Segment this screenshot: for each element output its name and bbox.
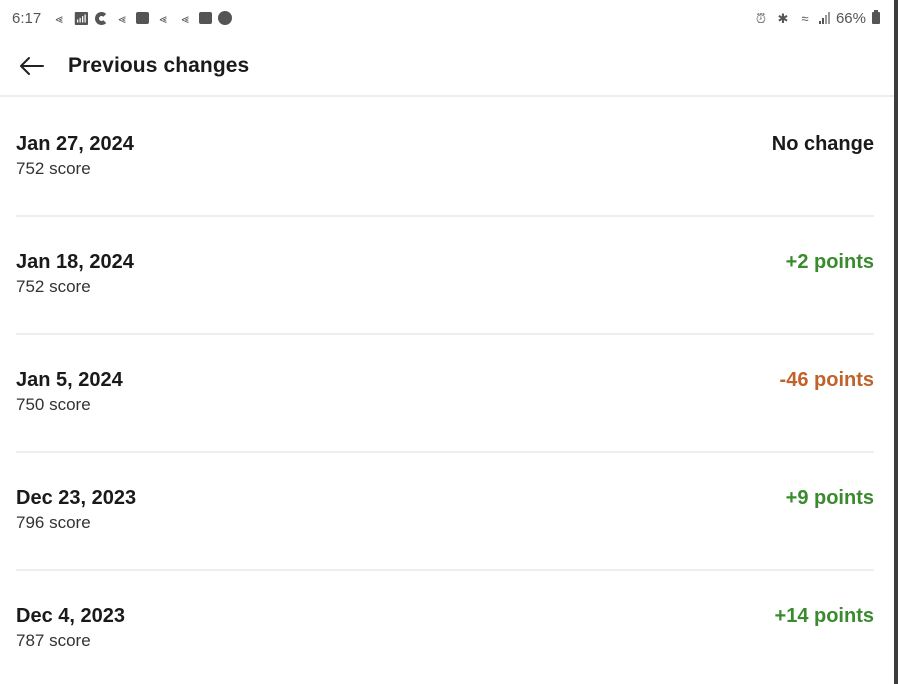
status-right: ⏰︎ ✱ ≈ 66% [753,10,880,27]
row-left: Jan 27, 2024 752 score [16,99,134,180]
page-title: Previous changes [68,53,250,77]
app-header: Previous changes [0,36,894,97]
list-item[interactable]: Jan 27, 2024 752 score No change [16,99,874,217]
row-left: Jan 18, 2024 752 score [16,217,134,298]
score-value: 796 score [16,513,91,532]
list-item[interactable]: Jan 5, 2024 750 score -46 points [16,335,874,453]
change-amount: No change [771,133,874,155]
row-left: Dec 23, 2023 796 score [16,453,136,534]
notification-icon: ⪡ [118,10,126,26]
change-date: Jan 18, 2024 [16,251,134,273]
wifi-calling-icon: 📶︎ [72,10,90,26]
change-amount: -46 points [779,369,874,391]
row-left: Dec 4, 2023 787 score [16,571,125,652]
mail-icon [136,12,150,24]
gallery-icon [199,12,213,24]
status-left: 6:17 ⪡ 📶︎ ⪡ ⪡ ⪡ [12,9,233,27]
signal-icon [818,12,830,24]
list-item[interactable]: Dec 23, 2023 796 score +9 points [16,453,874,571]
score-value: 787 score [16,631,91,650]
score-changes-list: Jan 27, 2024 752 score No change Jan 18,… [0,99,894,684]
back-button[interactable] [16,51,46,81]
change-amount: +2 points [785,251,874,273]
row-left: Jan 5, 2024 750 score [16,335,123,416]
battery-icon [872,10,880,24]
change-amount: +14 points [774,605,874,627]
score-value: 752 score [16,159,91,178]
alarm-icon: ⏰︎ [755,10,767,26]
notification-icon: ⪡ [159,10,167,26]
arrow-left-icon [20,56,44,75]
change-amount: +9 points [785,487,874,509]
notification-icon: ⪡ [55,10,63,26]
app-badge-icon [218,11,233,25]
change-date: Jan 27, 2024 [16,133,134,155]
status-bar: 6:17 ⪡ 📶︎ ⪡ ⪡ ⪡ ⏰︎ ✱ ≈ 66% [0,0,894,36]
battery-percentage: 66% [835,9,866,27]
status-time: 6:17 [12,9,42,27]
change-date: Dec 23, 2023 [16,487,137,509]
app-c-icon [95,11,109,25]
change-date: Dec 4, 2023 [16,605,125,627]
score-value: 750 score [16,395,91,414]
screen: 6:17 ⪡ 📶︎ ⪡ ⪡ ⪡ ⏰︎ ✱ ≈ 66% Previous chan… [0,0,894,684]
score-value: 752 score [16,277,91,296]
window-edge [894,0,898,684]
notification-icon: ⪡ [181,10,189,26]
wifi-icon: ≈ [801,10,809,26]
bluetooth-icon: ✱ [777,10,789,26]
list-item[interactable]: Jan 18, 2024 752 score +2 points [16,217,874,335]
change-date: Jan 5, 2024 [16,369,123,391]
list-item[interactable]: Dec 4, 2023 787 score +14 points [16,571,874,684]
